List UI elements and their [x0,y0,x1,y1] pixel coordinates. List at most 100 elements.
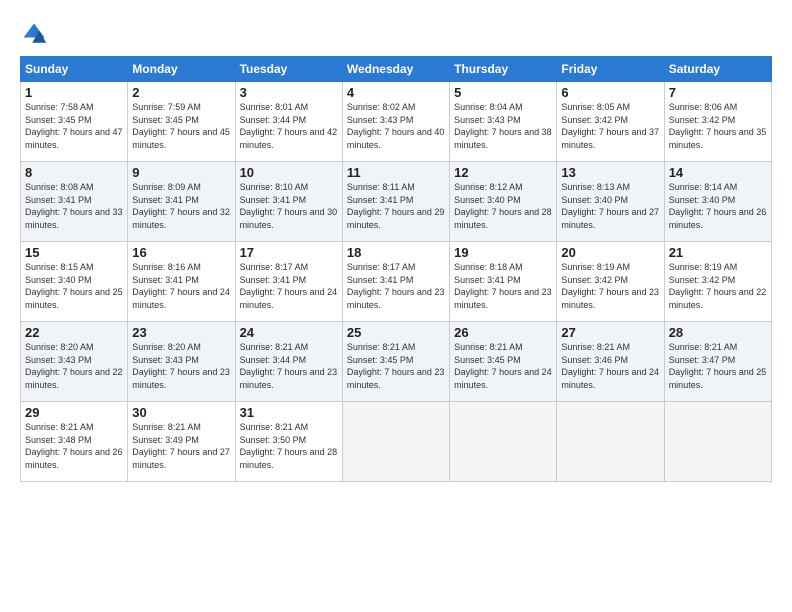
header [20,16,772,48]
day-info: Sunrise: 8:02 AM Sunset: 3:43 PM Dayligh… [347,101,445,151]
day-number: 28 [669,325,767,340]
calendar-cell: 6 Sunrise: 8:05 AM Sunset: 3:42 PM Dayli… [557,82,664,162]
calendar-cell: 10 Sunrise: 8:10 AM Sunset: 3:41 PM Dayl… [235,162,342,242]
day-number: 9 [132,165,230,180]
day-number: 26 [454,325,552,340]
calendar-cell: 11 Sunrise: 8:11 AM Sunset: 3:41 PM Dayl… [342,162,449,242]
day-info: Sunrise: 8:08 AM Sunset: 3:41 PM Dayligh… [25,181,123,231]
day-info: Sunrise: 8:19 AM Sunset: 3:42 PM Dayligh… [669,261,767,311]
calendar-cell [450,402,557,482]
calendar-cell: 31 Sunrise: 8:21 AM Sunset: 3:50 PM Dayl… [235,402,342,482]
day-number: 31 [240,405,338,420]
calendar-cell: 27 Sunrise: 8:21 AM Sunset: 3:46 PM Dayl… [557,322,664,402]
calendar-week-row: 1 Sunrise: 7:58 AM Sunset: 3:45 PM Dayli… [21,82,772,162]
calendar-cell: 25 Sunrise: 8:21 AM Sunset: 3:45 PM Dayl… [342,322,449,402]
calendar-cell: 20 Sunrise: 8:19 AM Sunset: 3:42 PM Dayl… [557,242,664,322]
day-info: Sunrise: 7:58 AM Sunset: 3:45 PM Dayligh… [25,101,123,151]
calendar-cell: 26 Sunrise: 8:21 AM Sunset: 3:45 PM Dayl… [450,322,557,402]
day-info: Sunrise: 8:21 AM Sunset: 3:46 PM Dayligh… [561,341,659,391]
day-info: Sunrise: 8:21 AM Sunset: 3:49 PM Dayligh… [132,421,230,471]
day-number: 29 [25,405,123,420]
calendar-week-row: 29 Sunrise: 8:21 AM Sunset: 3:48 PM Dayl… [21,402,772,482]
day-number: 20 [561,245,659,260]
calendar-cell [342,402,449,482]
calendar-cell: 9 Sunrise: 8:09 AM Sunset: 3:41 PM Dayli… [128,162,235,242]
day-number: 2 [132,85,230,100]
calendar-week-row: 22 Sunrise: 8:20 AM Sunset: 3:43 PM Dayl… [21,322,772,402]
day-number: 17 [240,245,338,260]
calendar-cell: 22 Sunrise: 8:20 AM Sunset: 3:43 PM Dayl… [21,322,128,402]
calendar-cell: 7 Sunrise: 8:06 AM Sunset: 3:42 PM Dayli… [664,82,771,162]
calendar-day-header: Sunday [21,57,128,82]
calendar-day-header: Wednesday [342,57,449,82]
day-number: 12 [454,165,552,180]
day-info: Sunrise: 8:18 AM Sunset: 3:41 PM Dayligh… [454,261,552,311]
day-info: Sunrise: 8:21 AM Sunset: 3:44 PM Dayligh… [240,341,338,391]
day-number: 7 [669,85,767,100]
day-info: Sunrise: 8:21 AM Sunset: 3:45 PM Dayligh… [347,341,445,391]
calendar-cell: 2 Sunrise: 7:59 AM Sunset: 3:45 PM Dayli… [128,82,235,162]
day-number: 23 [132,325,230,340]
calendar-cell: 18 Sunrise: 8:17 AM Sunset: 3:41 PM Dayl… [342,242,449,322]
day-number: 18 [347,245,445,260]
day-info: Sunrise: 8:10 AM Sunset: 3:41 PM Dayligh… [240,181,338,231]
calendar-cell: 1 Sunrise: 7:58 AM Sunset: 3:45 PM Dayli… [21,82,128,162]
day-number: 16 [132,245,230,260]
day-info: Sunrise: 8:20 AM Sunset: 3:43 PM Dayligh… [132,341,230,391]
day-info: Sunrise: 8:19 AM Sunset: 3:42 PM Dayligh… [561,261,659,311]
calendar-day-header: Saturday [664,57,771,82]
calendar-week-row: 15 Sunrise: 8:15 AM Sunset: 3:40 PM Dayl… [21,242,772,322]
day-info: Sunrise: 8:01 AM Sunset: 3:44 PM Dayligh… [240,101,338,151]
day-number: 30 [132,405,230,420]
calendar-cell: 14 Sunrise: 8:14 AM Sunset: 3:40 PM Dayl… [664,162,771,242]
day-number: 15 [25,245,123,260]
day-info: Sunrise: 8:05 AM Sunset: 3:42 PM Dayligh… [561,101,659,151]
day-info: Sunrise: 8:04 AM Sunset: 3:43 PM Dayligh… [454,101,552,151]
calendar-cell: 21 Sunrise: 8:19 AM Sunset: 3:42 PM Dayl… [664,242,771,322]
calendar-day-header: Monday [128,57,235,82]
calendar-cell: 16 Sunrise: 8:16 AM Sunset: 3:41 PM Dayl… [128,242,235,322]
calendar-cell: 24 Sunrise: 8:21 AM Sunset: 3:44 PM Dayl… [235,322,342,402]
day-number: 11 [347,165,445,180]
calendar-week-row: 8 Sunrise: 8:08 AM Sunset: 3:41 PM Dayli… [21,162,772,242]
calendar-table: SundayMondayTuesdayWednesdayThursdayFrid… [20,56,772,482]
calendar-cell: 15 Sunrise: 8:15 AM Sunset: 3:40 PM Dayl… [21,242,128,322]
day-number: 6 [561,85,659,100]
calendar-cell: 3 Sunrise: 8:01 AM Sunset: 3:44 PM Dayli… [235,82,342,162]
calendar-cell: 28 Sunrise: 8:21 AM Sunset: 3:47 PM Dayl… [664,322,771,402]
day-info: Sunrise: 8:21 AM Sunset: 3:50 PM Dayligh… [240,421,338,471]
day-info: Sunrise: 8:21 AM Sunset: 3:48 PM Dayligh… [25,421,123,471]
day-number: 5 [454,85,552,100]
day-number: 14 [669,165,767,180]
calendar-cell: 12 Sunrise: 8:12 AM Sunset: 3:40 PM Dayl… [450,162,557,242]
day-number: 27 [561,325,659,340]
calendar-day-header: Tuesday [235,57,342,82]
day-number: 1 [25,85,123,100]
day-info: Sunrise: 8:17 AM Sunset: 3:41 PM Dayligh… [240,261,338,311]
day-number: 4 [347,85,445,100]
calendar-cell: 30 Sunrise: 8:21 AM Sunset: 3:49 PM Dayl… [128,402,235,482]
day-info: Sunrise: 8:15 AM Sunset: 3:40 PM Dayligh… [25,261,123,311]
day-info: Sunrise: 8:16 AM Sunset: 3:41 PM Dayligh… [132,261,230,311]
calendar-cell: 4 Sunrise: 8:02 AM Sunset: 3:43 PM Dayli… [342,82,449,162]
day-info: Sunrise: 8:14 AM Sunset: 3:40 PM Dayligh… [669,181,767,231]
day-info: Sunrise: 8:12 AM Sunset: 3:40 PM Dayligh… [454,181,552,231]
day-info: Sunrise: 8:21 AM Sunset: 3:47 PM Dayligh… [669,341,767,391]
calendar-cell: 13 Sunrise: 8:13 AM Sunset: 3:40 PM Dayl… [557,162,664,242]
day-number: 25 [347,325,445,340]
page: SundayMondayTuesdayWednesdayThursdayFrid… [0,0,792,612]
day-info: Sunrise: 8:21 AM Sunset: 3:45 PM Dayligh… [454,341,552,391]
calendar-cell: 29 Sunrise: 8:21 AM Sunset: 3:48 PM Dayl… [21,402,128,482]
calendar-cell: 8 Sunrise: 8:08 AM Sunset: 3:41 PM Dayli… [21,162,128,242]
calendar-cell [664,402,771,482]
day-info: Sunrise: 8:20 AM Sunset: 3:43 PM Dayligh… [25,341,123,391]
calendar-cell: 19 Sunrise: 8:18 AM Sunset: 3:41 PM Dayl… [450,242,557,322]
calendar-cell: 5 Sunrise: 8:04 AM Sunset: 3:43 PM Dayli… [450,82,557,162]
calendar-day-header: Thursday [450,57,557,82]
day-number: 13 [561,165,659,180]
day-info: Sunrise: 8:09 AM Sunset: 3:41 PM Dayligh… [132,181,230,231]
calendar-cell: 17 Sunrise: 8:17 AM Sunset: 3:41 PM Dayl… [235,242,342,322]
day-number: 22 [25,325,123,340]
logo-icon [20,20,48,48]
day-number: 3 [240,85,338,100]
